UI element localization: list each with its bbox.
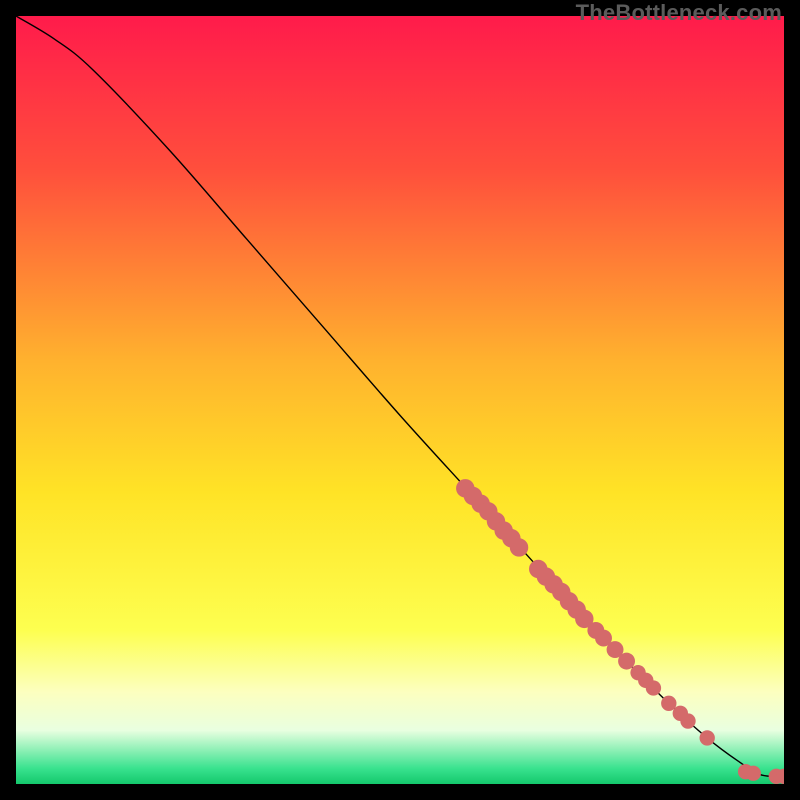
chart-stage: TheBottleneck.com [0, 0, 800, 800]
chart-plot-area [16, 16, 784, 784]
watermark-text: TheBottleneck.com [576, 0, 782, 26]
dot-seg-f-1 [700, 730, 715, 745]
dot-seg-a-8 [510, 538, 528, 556]
dot-seg-c-4 [618, 653, 635, 670]
chart-background-gradient [16, 16, 784, 784]
dot-tail-2 [746, 766, 761, 781]
dot-seg-d-3 [646, 680, 661, 695]
dot-seg-e-1 [661, 696, 676, 711]
dot-seg-e-3 [680, 713, 695, 728]
chart-svg [16, 16, 784, 784]
